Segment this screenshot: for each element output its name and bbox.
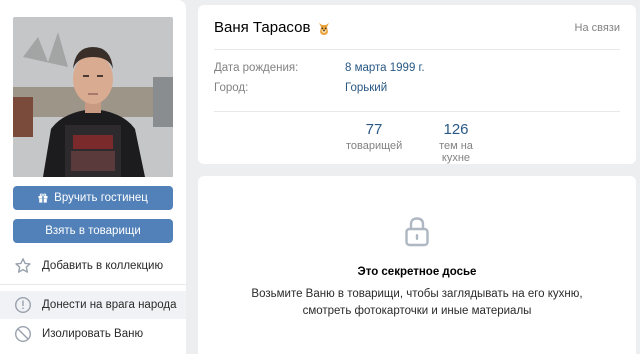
counters-divider [214, 111, 620, 112]
friends-counter[interactable]: 77 товарищей [346, 121, 402, 152]
add-to-collection-label: Добавить в коллекцию [42, 260, 164, 272]
private-profile-title: Это секретное досье [357, 266, 477, 278]
profile-sidebar: Вручить гостинец Взять в товарищи Добави… [0, 0, 186, 354]
private-profile-text: Возьмите Ваню в товарищи, чтобы заглядыв… [251, 288, 583, 317]
dog-emoji-icon [319, 22, 330, 35]
avatar-photo [13, 17, 173, 177]
block-user-label: Изолировать Ваню [42, 328, 144, 340]
city-value[interactable]: Горький [345, 82, 387, 94]
topics-count: 126 [443, 121, 469, 138]
topics-counter[interactable]: 126 тем на кухне [424, 121, 488, 164]
report-label: Донести на врага народа [42, 299, 177, 311]
gift-icon [38, 193, 48, 203]
block-user-item[interactable]: Изолировать Ваню [0, 320, 186, 348]
report-item[interactable]: Донести на врага народа [0, 291, 186, 319]
profile-name-row: Ваня Тарасов [214, 19, 332, 36]
menu-divider [0, 284, 186, 285]
profile-name: Ваня Тарасов [214, 19, 311, 36]
birthday-value[interactable]: 8 марта 1999 г. [345, 62, 425, 74]
send-gift-label: Вручить гостинец [54, 192, 148, 204]
topics-count-label: тем на кухне [439, 140, 473, 164]
friends-count-label: товарищей [346, 140, 403, 152]
online-status: На связи [574, 22, 620, 34]
block-icon [14, 325, 32, 343]
profile-info-card: Ваня Тарасов На связи Дата рождения: 8 м… [198, 5, 636, 164]
alert-icon [14, 296, 32, 314]
add-friend-label: Взять в товарищи [45, 225, 141, 237]
send-gift-button[interactable]: Вручить гостинец [13, 186, 173, 210]
lock-icon [405, 217, 429, 247]
avatar[interactable] [13, 17, 173, 177]
star-icon [14, 257, 32, 275]
info-divider [214, 49, 620, 50]
add-to-collection-item[interactable]: Добавить в коллекцию [0, 252, 186, 280]
friends-count: 77 [365, 121, 383, 138]
birthday-label: Дата рождения: [214, 62, 299, 74]
city-label: Город: [214, 82, 249, 94]
add-friend-button[interactable]: Взять в товарищи [13, 219, 173, 243]
private-profile-card: Это секретное досье Возьмите Ваню в това… [198, 176, 636, 354]
